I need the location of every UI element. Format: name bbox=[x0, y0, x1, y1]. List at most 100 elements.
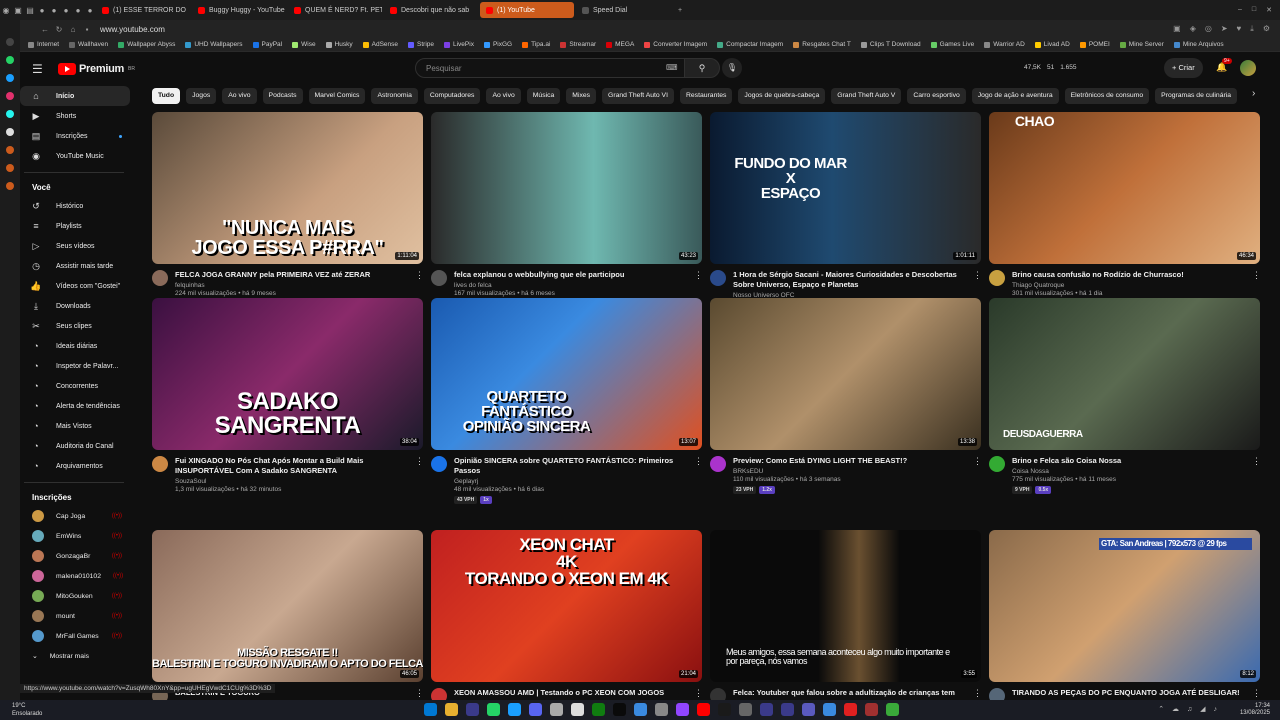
bookmark-item[interactable]: Livad AD bbox=[1034, 41, 1070, 48]
bookmark-item[interactable]: PayPal bbox=[252, 41, 282, 48]
channel-name[interactable]: lives do felca bbox=[454, 282, 687, 289]
filter-chip[interactable]: Tudo bbox=[152, 88, 181, 104]
you-heading[interactable]: Você bbox=[20, 179, 130, 196]
pinned-tab-icon[interactable]: ● bbox=[84, 6, 96, 15]
video-thumbnail[interactable]: SADAKO SANGRENTA 38:04 bbox=[152, 298, 423, 450]
video-card[interactable]: QUARTETO FANTÁSTICO OPINIÃO SINCERA 13:07… bbox=[431, 298, 703, 504]
chevron-right-icon[interactable]: › bbox=[1252, 88, 1255, 99]
video-thumbnail[interactable]: XEON CHAT 4K TORANDO O XEON EM 4K 21:04 bbox=[431, 530, 702, 682]
bookmark-item[interactable]: PixGG bbox=[483, 41, 512, 48]
home-icon[interactable]: ⌂ bbox=[66, 25, 80, 34]
channel-avatar[interactable] bbox=[431, 270, 447, 286]
share-icon[interactable]: ➤ bbox=[1221, 24, 1228, 34]
video-thumbnail[interactable]: FUNDO DO MAR X ESPAÇO 1:01:11 bbox=[710, 112, 981, 264]
bookmark-item[interactable]: UHD Wallpapers bbox=[185, 41, 243, 48]
extension-icon[interactable]: ▣ bbox=[1173, 24, 1181, 34]
search-button[interactable]: ⚲ bbox=[684, 58, 720, 78]
browser-tab[interactable]: Buggy Huggy - YouTube bbox=[192, 2, 286, 18]
video-card[interactable]: GTA: San Andreas | 792x573 @ 29 fps 8:12 T… bbox=[989, 530, 1261, 704]
video-card[interactable]: Meus amigos, essa semana aconteceu algo … bbox=[710, 530, 982, 704]
video-card[interactable]: XEON CHAT 4K TORANDO O XEON EM 4K 21:04 XE… bbox=[431, 530, 703, 704]
sidebar-item[interactable]: ◷ Assistir mais tarde bbox=[20, 256, 130, 276]
settings-icon[interactable] bbox=[6, 182, 14, 190]
bookmark-item[interactable]: Wise bbox=[292, 41, 316, 48]
taskbar-app-icon[interactable] bbox=[697, 703, 710, 716]
video-title[interactable]: Fui XINGADO No Pós Chat Após Montar a Bu… bbox=[175, 456, 408, 476]
bookmark-item[interactable]: MEGA bbox=[606, 41, 634, 48]
taskbar-app-icon[interactable] bbox=[571, 703, 584, 716]
maximize-icon[interactable]: □ bbox=[1252, 6, 1256, 14]
taskbar-app-icon[interactable] bbox=[676, 703, 689, 716]
sidebar-item[interactable]: ▶ Shorts bbox=[20, 106, 130, 126]
bookmark-item[interactable]: Warrior AD bbox=[984, 41, 1025, 48]
bookmark-item[interactable]: Tipa.ai bbox=[522, 41, 550, 48]
browser-tab[interactable]: Descobri que não sab bbox=[384, 2, 478, 18]
video-card[interactable]: SADAKO SANGRENTA 38:04 Fui XINGADO No Pós … bbox=[152, 298, 424, 493]
bookmark-item[interactable]: Wallpaper Abyss bbox=[118, 41, 175, 48]
video-card[interactable]: DEUSDAGUERRA Brino e Felca são Coisa Noss… bbox=[989, 298, 1261, 494]
bookmark-item[interactable]: AdSense bbox=[362, 41, 398, 48]
video-card[interactable]: "NUNCA MAIS JOGO ESSA P#RRA" 1:11:04 FELCA… bbox=[152, 112, 424, 308]
channel-name[interactable]: felquinhas bbox=[175, 282, 408, 289]
extension-icon[interactable]: ◈ bbox=[1190, 24, 1196, 34]
browser-tab[interactable]: QUEM É NERD? Ft. PETE bbox=[288, 2, 382, 18]
channel-name[interactable]: Coisa Nossa bbox=[1012, 468, 1245, 475]
tab-list-icon[interactable]: ▤ bbox=[24, 6, 36, 15]
sidebar-item[interactable]: ◔ Mais Vistos bbox=[20, 416, 130, 436]
sidebar-item[interactable]: ◔ Concorrentes bbox=[20, 376, 130, 396]
create-button[interactable]: + Criar bbox=[1164, 58, 1203, 78]
keyboard-icon[interactable]: ⌨ bbox=[666, 63, 678, 72]
url-field[interactable]: www.youtube.com bbox=[100, 25, 165, 34]
taskbar-app-icon[interactable] bbox=[655, 703, 668, 716]
taskbar-app-icon[interactable] bbox=[718, 703, 731, 716]
taskbar-app-icon[interactable] bbox=[865, 703, 878, 716]
filter-chip[interactable]: Carro esportivo bbox=[907, 88, 966, 104]
youtube-logo[interactable]: Premium BR bbox=[58, 63, 135, 75]
subscription-item[interactable]: malena010102 ((•)) bbox=[20, 566, 130, 586]
sidebar-item[interactable]: ◉ YouTube Music bbox=[20, 146, 130, 166]
taskbar-app-icon[interactable] bbox=[823, 703, 836, 716]
bookmark-item[interactable]: Clips T Download bbox=[860, 41, 921, 48]
taskbar-app-icon[interactable] bbox=[529, 703, 542, 716]
taskbar-app-icon[interactable] bbox=[613, 703, 626, 716]
sidebar-item[interactable]: ◔ Inspetor de Palavr... bbox=[20, 356, 130, 376]
channel-avatar[interactable] bbox=[431, 456, 447, 472]
panel-icon[interactable] bbox=[6, 38, 14, 46]
taskbar-app-icon[interactable] bbox=[592, 703, 605, 716]
minimize-icon[interactable]: – bbox=[1238, 6, 1242, 14]
sidebar-item[interactable]: 👍 Vídeos com "Gostei" bbox=[20, 276, 130, 296]
video-title[interactable]: Felca: Youtuber que falou sobre a adulti… bbox=[733, 688, 966, 698]
filter-chip[interactable]: Eletrônicos de consumo bbox=[1064, 88, 1150, 104]
filter-chip[interactable]: Grand Theft Auto VI bbox=[602, 88, 674, 104]
channel-avatar[interactable] bbox=[710, 456, 726, 472]
filter-chip[interactable]: Jogo de ação e aventura bbox=[971, 88, 1059, 104]
extension-icon[interactable]: ◎ bbox=[1205, 24, 1212, 34]
filter-chip[interactable]: Podcasts bbox=[262, 88, 303, 104]
sidebar-item[interactable]: ⤓ Downloads bbox=[20, 296, 130, 316]
pinned-tab-icon[interactable]: ● bbox=[60, 6, 72, 15]
channel-name[interactable]: Geplayrj bbox=[454, 478, 687, 485]
video-thumbnail[interactable]: CHAO 46:34 bbox=[989, 112, 1260, 264]
filter-chip[interactable]: Música bbox=[526, 88, 561, 104]
tiktok-icon[interactable] bbox=[6, 110, 14, 118]
sidebar-item[interactable]: ◔ Arquivamentos bbox=[20, 456, 130, 476]
video-title[interactable]: felca explanou o webbullying que ele par… bbox=[454, 270, 687, 280]
browser-tab[interactable]: (1) ESSE TERROR DO bbox=[96, 2, 190, 18]
clock-icon[interactable] bbox=[6, 164, 14, 172]
taskbar-app-icon[interactable] bbox=[487, 703, 500, 716]
bookmark-item[interactable]: Streamar bbox=[560, 41, 596, 48]
avatar[interactable] bbox=[1240, 60, 1256, 76]
filter-chip[interactable]: Jogos de quebra-cabeça bbox=[738, 88, 826, 104]
video-thumbnail[interactable]: GTA: San Andreas | 792x573 @ 29 fps 8:12 bbox=[989, 530, 1260, 682]
video-thumbnail[interactable]: Meus amigos, essa semana aconteceu algo … bbox=[710, 530, 981, 682]
filter-chip[interactable]: Ao vivo bbox=[222, 88, 257, 104]
video-title[interactable]: Brino causa confusão no Rodízio de Churr… bbox=[1012, 270, 1245, 280]
more-options-icon[interactable]: ⋮ bbox=[694, 456, 703, 504]
bookmark-item[interactable]: Mine Server bbox=[1119, 41, 1164, 48]
weather-widget[interactable]: 19°C Ensolarado bbox=[12, 702, 42, 718]
filter-chip[interactable]: Programas de culinária bbox=[1155, 88, 1238, 104]
taskbar-app-icon[interactable] bbox=[424, 703, 437, 716]
subscription-item[interactable]: MitoGouken ((•)) bbox=[20, 586, 130, 606]
bookmark-item[interactable]: Internet bbox=[28, 41, 59, 48]
taskbar-app-icon[interactable] bbox=[739, 703, 752, 716]
